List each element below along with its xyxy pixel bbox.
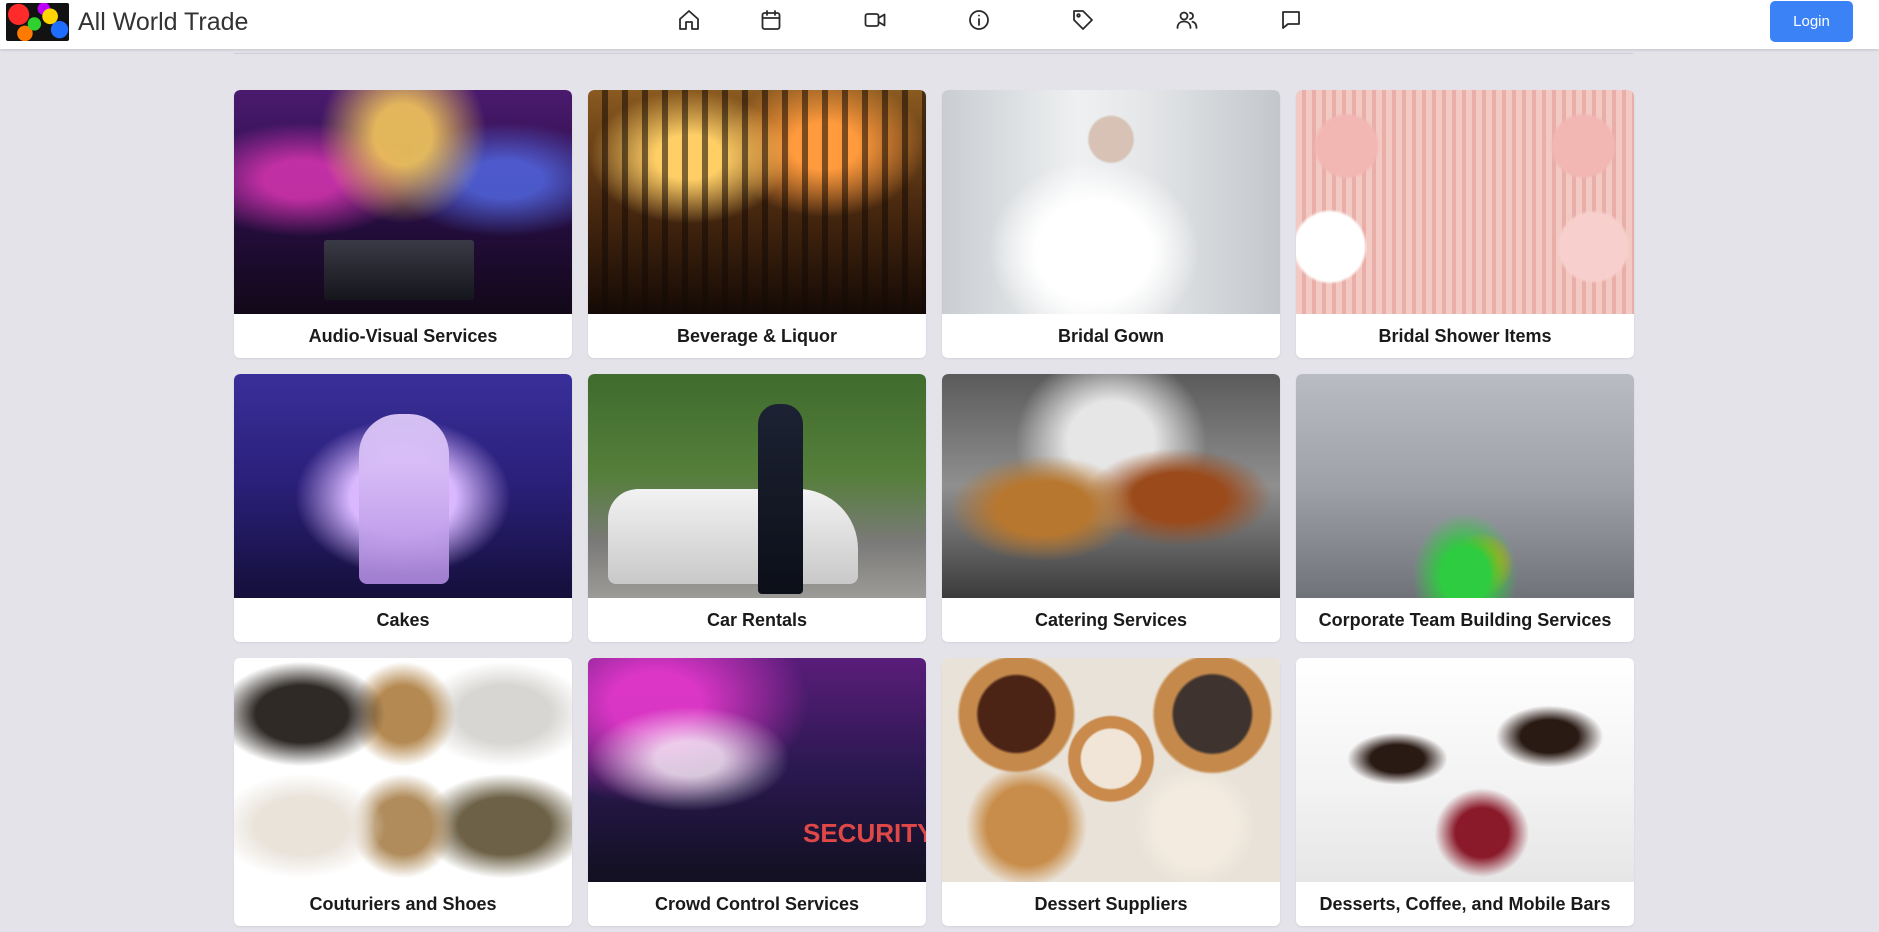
category-image	[588, 374, 926, 598]
category-label: Beverage & Liquor	[676, 325, 838, 346]
nav-video[interactable]	[823, 0, 927, 40]
chat-icon	[1282, 11, 1300, 29]
category-image	[234, 658, 572, 882]
brand[interactable]: All World Trade	[6, 3, 248, 41]
category-label: Bridal Gown	[1057, 325, 1164, 346]
category-image	[1296, 90, 1634, 314]
category-label: Corporate Team Building Services	[1318, 609, 1612, 630]
category-image	[1296, 374, 1634, 598]
main-nav	[677, 0, 1343, 40]
nav-home[interactable]	[677, 0, 719, 40]
category-card[interactable]: Catering Services	[942, 374, 1280, 642]
category-card[interactable]: Car Rentals	[588, 374, 926, 642]
category-label: Dessert Suppliers	[1034, 893, 1188, 914]
category-label: Desserts, Coffee, and Mobile Bars	[1319, 893, 1611, 914]
category-card[interactable]: Cakes	[234, 374, 572, 642]
category-card[interactable]: Crowd Control Services	[588, 658, 926, 926]
category-label: Cakes	[376, 609, 430, 630]
info-icon	[969, 10, 989, 30]
users-icon	[1176, 11, 1198, 29]
category-label: Car Rentals	[706, 609, 808, 630]
category-label: Couturiers and Shoes	[309, 893, 497, 914]
category-image	[588, 658, 926, 882]
category-card[interactable]: Desserts, Coffee, and Mobile Bars	[1296, 658, 1634, 926]
home-icon	[679, 10, 699, 30]
category-card[interactable]: Bridal Gown	[942, 90, 1280, 358]
category-card[interactable]: Audio-Visual Services	[234, 90, 572, 358]
tag-icon	[1073, 10, 1093, 30]
category-card[interactable]: Bridal Shower Items	[1296, 90, 1634, 358]
category-card[interactable]: Couturiers and Shoes	[234, 658, 572, 926]
top-navigation-bar: All World Trade Login	[0, 0, 1879, 49]
nav-info[interactable]	[927, 0, 1031, 40]
category-image	[234, 90, 572, 314]
calendar-icon	[761, 10, 781, 30]
nav-calendar[interactable]	[719, 0, 823, 40]
video-icon	[864, 13, 886, 27]
nav-users[interactable]	[1135, 0, 1239, 40]
category-label: Catering Services	[1034, 609, 1188, 630]
category-label: Bridal Shower Items	[1378, 325, 1552, 346]
category-card[interactable]: Beverage & Liquor	[588, 90, 926, 358]
category-image	[1296, 658, 1634, 882]
nav-tag[interactable]	[1031, 0, 1135, 40]
category-grid: Audio-Visual Services Beverage & Liquor …	[234, 90, 1634, 926]
category-image	[942, 374, 1280, 598]
brand-name: All World Trade	[78, 8, 249, 36]
category-image	[588, 90, 926, 314]
category-image	[942, 658, 1280, 882]
category-card[interactable]: Dessert Suppliers	[942, 658, 1280, 926]
nav-chat[interactable]	[1239, 0, 1343, 40]
brand-logo	[6, 3, 69, 41]
category-label: Audio-Visual Services	[308, 325, 498, 346]
category-image	[942, 90, 1280, 314]
category-image	[234, 374, 572, 598]
category-label: Crowd Control Services	[654, 893, 860, 914]
login-button[interactable]: Login	[1770, 1, 1853, 42]
section-divider	[234, 53, 1633, 54]
category-card[interactable]: Corporate Team Building Services	[1296, 374, 1634, 642]
